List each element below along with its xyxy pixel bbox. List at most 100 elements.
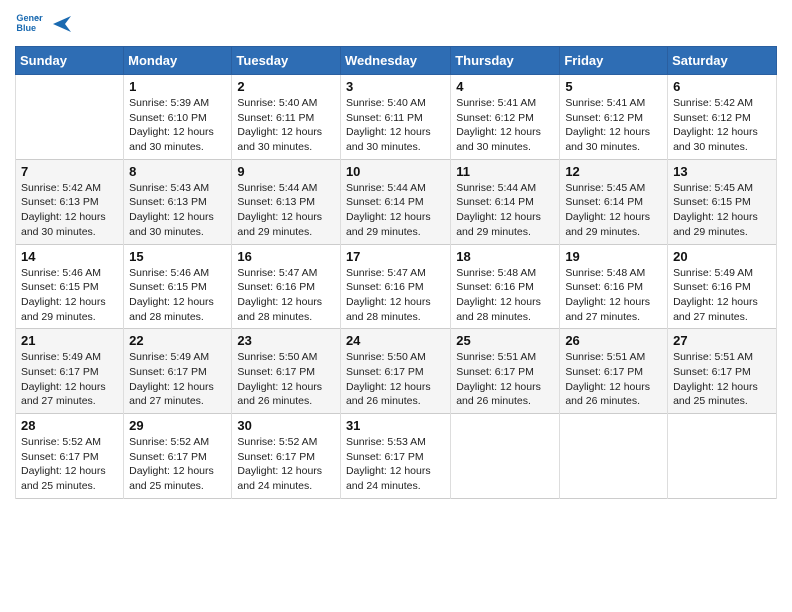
day-info: Sunrise: 5:44 AMSunset: 6:13 PMDaylight:… xyxy=(237,181,335,240)
day-number: 18 xyxy=(456,249,554,264)
calendar-cell: 5 Sunrise: 5:41 AMSunset: 6:12 PMDaylight… xyxy=(560,75,668,160)
day-number: 10 xyxy=(346,164,445,179)
calendar-cell xyxy=(16,75,124,160)
day-info: Sunrise: 5:51 AMSunset: 6:17 PMDaylight:… xyxy=(565,350,662,409)
calendar-cell xyxy=(560,414,668,499)
calendar-cell: 10 Sunrise: 5:44 AMSunset: 6:14 PMDayligh… xyxy=(340,159,450,244)
day-number: 26 xyxy=(565,333,662,348)
calendar-cell: 14 Sunrise: 5:46 AMSunset: 6:15 PMDayligh… xyxy=(16,244,124,329)
day-number: 19 xyxy=(565,249,662,264)
calendar-cell: 25 Sunrise: 5:51 AMSunset: 6:17 PMDayligh… xyxy=(451,329,560,414)
day-info: Sunrise: 5:42 AMSunset: 6:12 PMDaylight:… xyxy=(673,96,771,155)
calendar-cell: 19 Sunrise: 5:48 AMSunset: 6:16 PMDayligh… xyxy=(560,244,668,329)
calendar-cell: 24Sunrise: 5:50 AMSunset: 6:17 PMDayligh… xyxy=(340,329,450,414)
weekday-header-friday: Friday xyxy=(560,47,668,75)
day-number: 29 xyxy=(129,418,226,433)
day-info: Sunrise: 5:51 AMSunset: 6:17 PMDaylight:… xyxy=(456,350,554,409)
day-number: 20 xyxy=(673,249,771,264)
calendar-table: SundayMondayTuesdayWednesdayThursdayFrid… xyxy=(15,46,777,499)
day-info: Sunrise: 5:41 AMSunset: 6:12 PMDaylight:… xyxy=(565,96,662,155)
page-header: General Blue xyxy=(15,10,777,38)
calendar-week-row: 21 Sunrise: 5:49 AMSunset: 6:17 PMDayligh… xyxy=(16,329,777,414)
day-info: Sunrise: 5:44 AMSunset: 6:14 PMDaylight:… xyxy=(456,181,554,240)
day-info: Sunrise: 5:45 AMSunset: 6:15 PMDaylight:… xyxy=(673,181,771,240)
calendar-cell: 1Sunrise: 5:39 AMSunset: 6:10 PMDaylight… xyxy=(124,75,232,160)
calendar-week-row: 28 Sunrise: 5:52 AMSunset: 6:17 PMDayligh… xyxy=(16,414,777,499)
calendar-cell: 23 Sunrise: 5:50 AMSunset: 6:17 PMDayligh… xyxy=(232,329,341,414)
day-number: 7 xyxy=(21,164,118,179)
day-number: 25 xyxy=(456,333,554,348)
day-info: Sunrise: 5:40 AMSunset: 6:11 PMDaylight:… xyxy=(237,96,335,155)
calendar-week-row: 7 Sunrise: 5:42 AMSunset: 6:13 PMDaylight… xyxy=(16,159,777,244)
day-info: Sunrise: 5:47 AMSunset: 6:16 PMDaylight:… xyxy=(346,266,445,325)
day-number: 11 xyxy=(456,164,554,179)
calendar-cell: 18Sunrise: 5:48 AMSunset: 6:16 PMDayligh… xyxy=(451,244,560,329)
weekday-header-row: SundayMondayTuesdayWednesdayThursdayFrid… xyxy=(16,47,777,75)
day-number: 27 xyxy=(673,333,771,348)
svg-text:General: General xyxy=(16,13,43,23)
day-number: 15 xyxy=(129,249,226,264)
day-info: Sunrise: 5:47 AMSunset: 6:16 PMDaylight:… xyxy=(237,266,335,325)
day-info: Sunrise: 5:52 AMSunset: 6:17 PMDaylight:… xyxy=(129,435,226,494)
day-info: Sunrise: 5:41 AMSunset: 6:12 PMDaylight:… xyxy=(456,96,554,155)
calendar-cell: 28Sunrise: 5:52 AMSunset: 6:17 PMDayligh… xyxy=(16,414,124,499)
calendar-cell: 9 Sunrise: 5:44 AMSunset: 6:13 PMDaylight… xyxy=(232,159,341,244)
calendar-cell: 29 Sunrise: 5:52 AMSunset: 6:17 PMDayligh… xyxy=(124,414,232,499)
calendar-cell: 20 Sunrise: 5:49 AMSunset: 6:16 PMDayligh… xyxy=(668,244,777,329)
day-number: 2 xyxy=(237,79,335,94)
logo-arrow-icon xyxy=(51,13,73,35)
calendar-cell: 31Sunrise: 5:53 AMSunset: 6:17 PMDayligh… xyxy=(340,414,450,499)
calendar-cell: 2 Sunrise: 5:40 AMSunset: 6:11 PMDaylight… xyxy=(232,75,341,160)
day-info: Sunrise: 5:46 AMSunset: 6:15 PMDaylight:… xyxy=(129,266,226,325)
calendar-cell: 6Sunrise: 5:42 AMSunset: 6:12 PMDaylight… xyxy=(668,75,777,160)
calendar-cell: 13Sunrise: 5:45 AMSunset: 6:15 PMDayligh… xyxy=(668,159,777,244)
day-number: 31 xyxy=(346,418,445,433)
svg-text:Blue: Blue xyxy=(16,23,36,33)
calendar-cell: 30 Sunrise: 5:52 AMSunset: 6:17 PMDayligh… xyxy=(232,414,341,499)
calendar-cell: 17Sunrise: 5:47 AMSunset: 6:16 PMDayligh… xyxy=(340,244,450,329)
logo: General Blue xyxy=(15,10,73,38)
logo-icon: General Blue xyxy=(15,10,43,38)
day-number: 16 xyxy=(237,249,335,264)
calendar-week-row: 1Sunrise: 5:39 AMSunset: 6:10 PMDaylight… xyxy=(16,75,777,160)
day-info: Sunrise: 5:46 AMSunset: 6:15 PMDaylight:… xyxy=(21,266,118,325)
weekday-header-tuesday: Tuesday xyxy=(232,47,341,75)
calendar-cell: 27 Sunrise: 5:51 AMSunset: 6:17 PMDayligh… xyxy=(668,329,777,414)
day-info: Sunrise: 5:50 AMSunset: 6:17 PMDaylight:… xyxy=(237,350,335,409)
calendar-cell: 7 Sunrise: 5:42 AMSunset: 6:13 PMDaylight… xyxy=(16,159,124,244)
day-number: 5 xyxy=(565,79,662,94)
weekday-header-sunday: Sunday xyxy=(16,47,124,75)
day-info: Sunrise: 5:49 AMSunset: 6:16 PMDaylight:… xyxy=(673,266,771,325)
day-info: Sunrise: 5:51 AMSunset: 6:17 PMDaylight:… xyxy=(673,350,771,409)
day-info: Sunrise: 5:49 AMSunset: 6:17 PMDaylight:… xyxy=(21,350,118,409)
calendar-week-row: 14 Sunrise: 5:46 AMSunset: 6:15 PMDayligh… xyxy=(16,244,777,329)
day-number: 21 xyxy=(21,333,118,348)
day-number: 14 xyxy=(21,249,118,264)
day-info: Sunrise: 5:50 AMSunset: 6:17 PMDaylight:… xyxy=(346,350,445,409)
day-info: Sunrise: 5:42 AMSunset: 6:13 PMDaylight:… xyxy=(21,181,118,240)
day-number: 30 xyxy=(237,418,335,433)
day-info: Sunrise: 5:40 AMSunset: 6:11 PMDaylight:… xyxy=(346,96,445,155)
calendar-cell: 12 Sunrise: 5:45 AMSunset: 6:14 PMDayligh… xyxy=(560,159,668,244)
day-info: Sunrise: 5:43 AMSunset: 6:13 PMDaylight:… xyxy=(129,181,226,240)
weekday-header-thursday: Thursday xyxy=(451,47,560,75)
day-number: 4 xyxy=(456,79,554,94)
weekday-header-wednesday: Wednesday xyxy=(340,47,450,75)
calendar-cell: 15 Sunrise: 5:46 AMSunset: 6:15 PMDayligh… xyxy=(124,244,232,329)
day-number: 12 xyxy=(565,164,662,179)
calendar-cell: 3 Sunrise: 5:40 AMSunset: 6:11 PMDaylight… xyxy=(340,75,450,160)
day-info: Sunrise: 5:44 AMSunset: 6:14 PMDaylight:… xyxy=(346,181,445,240)
calendar-cell: 21 Sunrise: 5:49 AMSunset: 6:17 PMDayligh… xyxy=(16,329,124,414)
day-info: Sunrise: 5:52 AMSunset: 6:17 PMDaylight:… xyxy=(237,435,335,494)
day-number: 3 xyxy=(346,79,445,94)
day-number: 9 xyxy=(237,164,335,179)
day-number: 8 xyxy=(129,164,226,179)
calendar-cell: 4 Sunrise: 5:41 AMSunset: 6:12 PMDaylight… xyxy=(451,75,560,160)
day-number: 23 xyxy=(237,333,335,348)
day-number: 22 xyxy=(129,333,226,348)
day-info: Sunrise: 5:49 AMSunset: 6:17 PMDaylight:… xyxy=(129,350,226,409)
day-number: 28 xyxy=(21,418,118,433)
day-info: Sunrise: 5:48 AMSunset: 6:16 PMDaylight:… xyxy=(565,266,662,325)
calendar-cell: 26 Sunrise: 5:51 AMSunset: 6:17 PMDayligh… xyxy=(560,329,668,414)
day-info: Sunrise: 5:45 AMSunset: 6:14 PMDaylight:… xyxy=(565,181,662,240)
